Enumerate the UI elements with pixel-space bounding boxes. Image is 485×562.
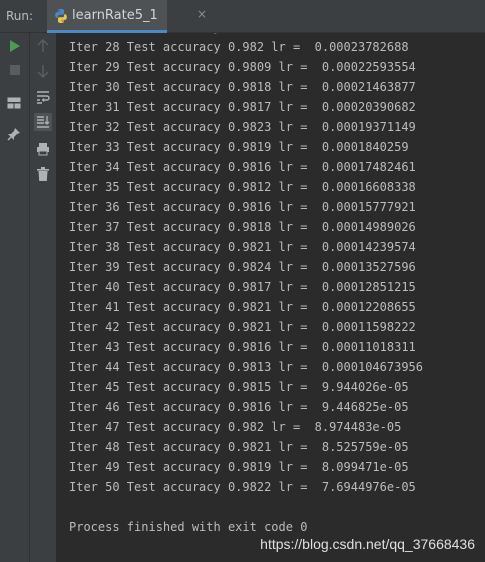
soft-wrap-icon[interactable] <box>35 89 51 105</box>
console-line: Iter 48 Test accuracy 0.9821 lr = 8.5257… <box>69 440 409 454</box>
python-icon <box>53 8 69 24</box>
close-tab-icon[interactable]: × <box>197 7 207 21</box>
console-line: Iter 37 Test accuracy 0.9818 lr = 0.0001… <box>69 220 416 234</box>
console-line: Iter 30 Test accuracy 0.9818 lr = 0.0002… <box>69 80 416 94</box>
arrow-up-icon[interactable] <box>35 38 51 54</box>
console-line: Iter 43 Test accuracy 0.9816 lr = 0.0001… <box>69 340 416 354</box>
rerun-icon[interactable] <box>7 38 23 54</box>
print-icon[interactable] <box>35 141 51 157</box>
pin-icon[interactable] <box>6 126 22 142</box>
console-line: Iter 28 Test accuracy 0.982 lr = 0.00023… <box>69 40 409 54</box>
console-line: Iter 33 Test accuracy 0.9819 lr = 0.0001… <box>69 140 409 154</box>
process-finished-message: Process finished with exit code 0 <box>69 520 308 534</box>
console-line: Iter 45 Test accuracy 0.9815 lr = 9.9440… <box>69 380 409 394</box>
watermark: https://blog.csdn.net/qq_37668436 <box>260 536 475 552</box>
console-line: Iter 38 Test accuracy 0.9821 lr = 0.0001… <box>69 240 416 254</box>
console-line: Iter 41 Test accuracy 0.9821 lr = 0.0001… <box>69 300 416 314</box>
layout-icon[interactable] <box>6 95 22 111</box>
run-toolbar-primary <box>0 33 30 562</box>
console-line: Iter 39 Test accuracy 0.9824 lr = 0.0001… <box>69 260 416 274</box>
console-line: Iter 35 Test accuracy 0.9812 lr = 0.0001… <box>69 180 416 194</box>
console-line: Iter 49 Test accuracy 0.9819 lr = 8.0994… <box>69 460 409 474</box>
console-line: Iter 44 Test accuracy 0.9813 lr = 0.0001… <box>69 360 424 374</box>
console-line: Iter 50 Test accuracy 0.9822 lr = 7.6944… <box>69 480 416 494</box>
stop-icon[interactable] <box>7 62 23 78</box>
tab-label: learnRate5_1 <box>72 8 158 23</box>
run-toolbar-secondary <box>30 33 57 562</box>
run-toolwindow-header: Run: learnRate5_1 × <box>0 0 485 33</box>
run-label: Run: <box>6 9 34 23</box>
console-line: Iter 42 Test accuracy 0.9821 lr = 0.0001… <box>69 320 416 334</box>
console-line: Iter 46 Test accuracy 0.9816 lr = 9.4468… <box>69 400 409 414</box>
trash-icon[interactable] <box>35 166 51 182</box>
console-line: Iter 36 Test accuracy 0.9816 lr = 0.0001… <box>69 200 416 214</box>
console-line: Iter 47 Test accuracy 0.982 lr = 8.97448… <box>69 420 402 434</box>
console-line: Iter 29 Test accuracy 0.9809 lr = 0.0002… <box>69 60 416 74</box>
console-line: Iter 40 Test accuracy 0.9817 lr = 0.0001… <box>69 280 416 294</box>
console-output[interactable]: Iter 27 Test accuracy 0.9814 lr = 0.0002… <box>57 17 485 562</box>
scroll-to-end-icon[interactable] <box>34 113 52 131</box>
tab-learnrate5-1[interactable]: learnRate5_1 × <box>47 0 207 33</box>
arrow-down-icon[interactable] <box>35 63 51 79</box>
console-line: Iter 31 Test accuracy 0.9817 lr = 0.0002… <box>69 100 416 114</box>
console-line: Iter 34 Test accuracy 0.9816 lr = 0.0001… <box>69 160 416 174</box>
console-line: Iter 32 Test accuracy 0.9823 lr = 0.0001… <box>69 120 416 134</box>
